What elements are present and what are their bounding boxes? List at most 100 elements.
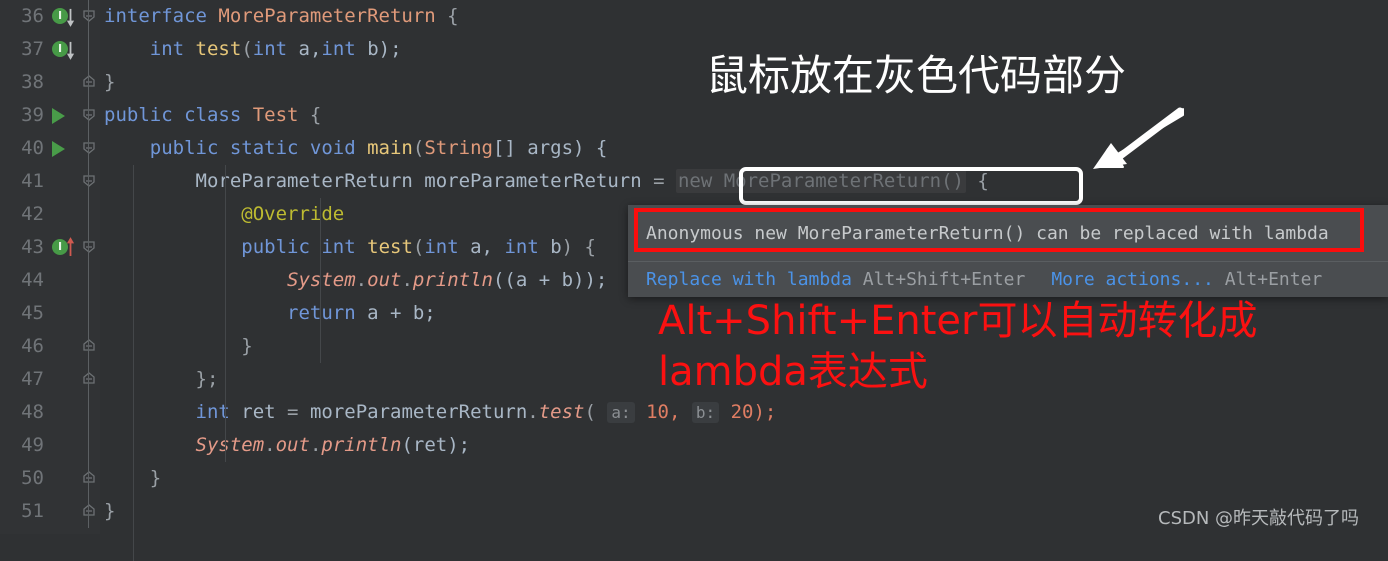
- fold-marker-column[interactable]: [78, 0, 100, 534]
- code-token: interface: [104, 5, 219, 27]
- fold-hierarchy-line: [88, 0, 89, 99]
- intention-message: Anonymous new MoreParameterReturn() can …: [646, 223, 1329, 244]
- indent-guide: [320, 198, 321, 363]
- fold-end-icon[interactable]: [81, 74, 97, 90]
- arrow-down-icon: [66, 41, 75, 60]
- code-line[interactable]: int ret = moreParameterReturn.test( a: 1…: [104, 396, 776, 429]
- code-token: Test: [252, 104, 299, 126]
- code-token: .: [355, 269, 368, 291]
- arrow-down-icon: [66, 8, 75, 27]
- code-token: }: [104, 500, 116, 522]
- code-token: (: [412, 137, 425, 159]
- code-token: main: [367, 137, 413, 159]
- code-token: };: [104, 368, 219, 390]
- line-number: 39: [21, 104, 44, 126]
- code-token: int: [504, 236, 539, 258]
- code-token: }: [104, 335, 253, 357]
- fold-open-icon[interactable]: [81, 140, 97, 156]
- fold-hierarchy-line: [88, 99, 89, 528]
- indent-guide: [133, 165, 134, 561]
- code-token: moreParameterReturn: [298, 401, 528, 423]
- code-line[interactable]: }: [104, 66, 115, 99]
- code-token: System: [195, 434, 265, 456]
- code-token: .: [309, 434, 322, 456]
- code-token: public class: [104, 104, 253, 126]
- fold-end-icon[interactable]: [81, 338, 97, 354]
- fold-end-icon[interactable]: [81, 503, 97, 519]
- code-token: return: [287, 302, 356, 324]
- code-token: .: [264, 434, 276, 456]
- code-token: a + b;: [355, 302, 436, 324]
- code-line[interactable]: MoreParameterReturn moreParameterReturn …: [104, 165, 989, 198]
- implemented-by-icon[interactable]: I: [50, 33, 76, 66]
- code-line[interactable]: System.out.println((a + b));: [104, 264, 607, 297]
- annotation-white-note: 鼠标放在灰色代码部分: [706, 51, 1127, 100]
- code-line[interactable]: interface MoreParameterReturn {: [104, 0, 459, 33]
- code-line[interactable]: public int test(int a, int b) {: [104, 231, 596, 264]
- line-number: 36: [21, 5, 44, 27]
- code-token: a,: [458, 236, 505, 258]
- greyed-anonymous-class-expression[interactable]: new MoreParameterReturn(): [675, 169, 966, 193]
- indent-guide: [225, 396, 226, 462]
- watermark: CSDN @昨天敲代码了吗: [1158, 508, 1360, 529]
- fold-open-icon[interactable]: [81, 8, 97, 24]
- code-token: ret: [229, 401, 288, 423]
- code-token: int: [149, 38, 185, 60]
- parameter-hint: b:: [691, 402, 720, 423]
- argument-value: 20);: [719, 401, 777, 423]
- code-token: =: [653, 170, 665, 192]
- code-token: b: [538, 236, 562, 258]
- code-token: int: [321, 38, 356, 60]
- run-icon[interactable]: [50, 132, 76, 165]
- code-line[interactable]: }: [104, 495, 115, 528]
- fold-open-icon[interactable]: [81, 239, 97, 255]
- intention-popup[interactable]: Anonymous new MoreParameterReturn() can …: [628, 205, 1388, 297]
- line-number: 41: [21, 170, 44, 192]
- code-token: println: [412, 269, 493, 291]
- code-token: MoreParameterReturn: [195, 170, 413, 192]
- replace-with-lambda-link[interactable]: Replace with lambda: [646, 269, 852, 290]
- code-line[interactable]: };: [104, 363, 219, 396]
- line-number: 47: [21, 368, 44, 390]
- line-number: 48: [21, 401, 44, 423]
- code-token: [] args) {: [492, 137, 608, 159]
- code-token: (: [412, 236, 425, 258]
- fold-open-icon[interactable]: [81, 173, 97, 189]
- code-line[interactable]: int test(int a,int b);: [104, 33, 402, 66]
- run-icon[interactable]: [50, 99, 76, 132]
- code-token: println: [321, 434, 402, 456]
- fold-open-icon[interactable]: [81, 107, 97, 123]
- arrow-down-left-icon: [1093, 107, 1184, 169]
- overrides-icon[interactable]: I: [50, 231, 76, 264]
- code-token: public static void: [149, 137, 368, 159]
- indent-guide: [225, 165, 226, 396]
- popup-divider: [628, 261, 1388, 262]
- code-line[interactable]: public class Test {: [104, 99, 321, 132]
- code-line[interactable]: System.out.println(ret);: [104, 429, 471, 462]
- code-token: .: [401, 269, 413, 291]
- more-actions-link[interactable]: More actions...: [1051, 269, 1214, 290]
- code-token: =: [287, 401, 299, 423]
- code-token: @Override: [241, 203, 345, 225]
- fold-end-icon[interactable]: [81, 371, 97, 387]
- code-line[interactable]: }: [104, 330, 253, 363]
- line-number: 50: [21, 467, 44, 489]
- code-token: String: [424, 137, 493, 159]
- code-token: test: [367, 236, 413, 258]
- code-token: out: [275, 434, 310, 456]
- code-token: ((a + b));: [492, 269, 608, 291]
- fold-end-icon[interactable]: [81, 470, 97, 486]
- code-line[interactable]: public static void main(String[] args) {: [104, 132, 608, 165]
- code-line[interactable]: return a + b;: [104, 297, 436, 330]
- screenshot-root: 36 I 37 I 38 39 40 41 42 43 I 44 45 46 47 48 49 50 51 inte…: [0, 0, 1388, 561]
- more-actions-shortcut: Alt+Enter: [1224, 269, 1323, 290]
- implemented-by-icon[interactable]: I: [50, 0, 76, 33]
- code-token: test: [538, 401, 585, 423]
